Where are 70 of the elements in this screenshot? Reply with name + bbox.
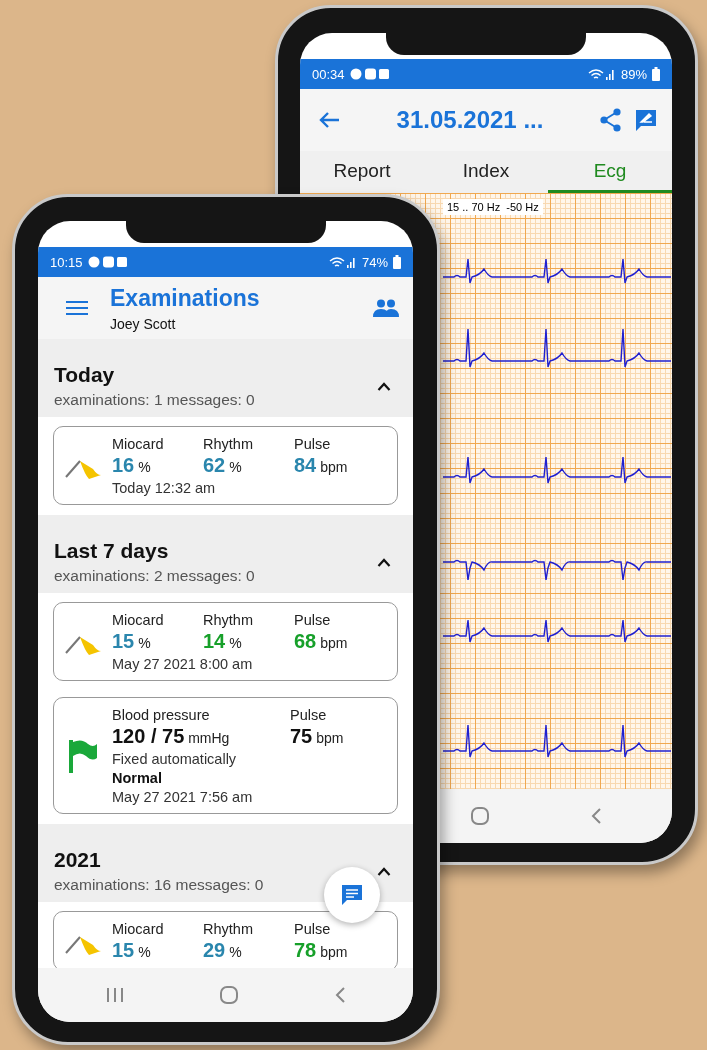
examination-date: Today 12:32 am bbox=[112, 480, 216, 496]
metric-label: Pulse bbox=[294, 436, 331, 452]
app-title: Examinations bbox=[110, 284, 261, 312]
metric-label: Rhythm bbox=[203, 921, 253, 937]
result-label: Normal bbox=[112, 770, 162, 786]
collapse-chevron-icon[interactable] bbox=[377, 557, 391, 567]
back-icon[interactable] bbox=[590, 807, 602, 825]
examination-card[interactable]: Miocard 16 % Rhythm 62 % Pulse 84 bpm Today 12:32 am bbox=[53, 426, 398, 505]
notification-icons bbox=[349, 67, 390, 81]
tab[interactable]: Report bbox=[300, 151, 424, 193]
section-title: Last 7 days bbox=[54, 539, 170, 563]
metric-label: Blood pressure bbox=[112, 707, 210, 723]
menu-icon[interactable] bbox=[66, 300, 88, 316]
section-title: 2021 bbox=[54, 848, 102, 872]
section-summary: examinations: 16 messages: 0 bbox=[54, 876, 265, 894]
battery-level: 74% bbox=[361, 254, 388, 270]
metric-value: 120 / 75 mmHg bbox=[112, 725, 230, 748]
section-summary: examinations: 1 messages: 0 bbox=[54, 391, 256, 409]
section-header[interactable]: 2021 examinations: 16 messages: 0 bbox=[38, 824, 413, 902]
section-summary: examinations: 2 messages: 0 bbox=[54, 567, 256, 585]
examination-date: May 27 2021 7:56 am bbox=[112, 789, 253, 805]
examination-card[interactable]: Miocard 15 % Rhythm 14 % Pulse 68 bpm May 27 2021 8:00 am bbox=[53, 602, 398, 681]
section-title: Today bbox=[54, 363, 116, 387]
patient-name: Joey Scott bbox=[110, 315, 177, 332]
metric-value: 16 % bbox=[112, 454, 151, 477]
metric-label: Rhythm bbox=[203, 612, 253, 628]
screen-title: 31.05.2021 ... bbox=[395, 106, 545, 134]
section-header[interactable]: Last 7 days examinations: 2 messages: 0 bbox=[38, 515, 413, 593]
home-icon[interactable] bbox=[470, 806, 490, 826]
metric-label: Rhythm bbox=[203, 436, 253, 452]
metric-value: 29 % bbox=[203, 939, 242, 962]
collapse-chevron-icon[interactable] bbox=[377, 866, 391, 876]
notification-icons bbox=[87, 255, 128, 269]
back-arrow-icon[interactable] bbox=[318, 111, 340, 129]
metric-value: 68 bpm bbox=[294, 630, 348, 653]
battery-level: 89% bbox=[620, 66, 647, 82]
metric-label: Miocard bbox=[112, 436, 164, 452]
metric-label: Pulse bbox=[290, 707, 327, 723]
share-icon[interactable] bbox=[600, 108, 622, 132]
comment-edit-icon[interactable] bbox=[634, 108, 658, 132]
tab[interactable]: Index bbox=[424, 151, 548, 193]
chat-icon bbox=[341, 884, 363, 906]
back-icon[interactable] bbox=[333, 986, 346, 1004]
battery-icon bbox=[652, 67, 660, 81]
people-icon[interactable] bbox=[373, 299, 399, 317]
metric-label: Pulse bbox=[294, 612, 331, 628]
metric-value: 14 % bbox=[203, 630, 242, 653]
home-icon[interactable] bbox=[218, 985, 239, 1005]
examination-date: May 27 2021 8:00 am bbox=[112, 656, 253, 672]
collapse-chevron-icon[interactable] bbox=[377, 381, 391, 391]
metric-value: 75 bpm bbox=[290, 725, 344, 748]
metric-value: 15 % bbox=[112, 630, 151, 653]
measurement-note: Fixed automatically bbox=[112, 751, 237, 767]
metric-label: Pulse bbox=[294, 921, 331, 937]
battery-icon bbox=[393, 255, 401, 269]
metric-value: 15 % bbox=[112, 939, 151, 962]
examination-card[interactable]: Miocard 15 % Rhythm 29 % Pulse 78 bpm bbox=[53, 911, 398, 968]
filter-label: 15 .. 70 Hz -50 Hz bbox=[443, 199, 543, 215]
status-time: 10:15 bbox=[50, 254, 83, 270]
metric-value: 78 bpm bbox=[294, 939, 348, 962]
metric-label: Miocard bbox=[112, 921, 164, 937]
metric-label: Miocard bbox=[112, 612, 164, 628]
examination-card[interactable]: Blood pressure 120 / 75 mmHg Pulse 75 bpm Fixed automatically Normal May 27 2021 7:56 am bbox=[53, 697, 398, 814]
metric-value: 62 % bbox=[203, 454, 242, 477]
recent-apps-icon[interactable] bbox=[105, 987, 124, 1003]
signal-icons bbox=[587, 67, 616, 81]
signal-icons bbox=[328, 255, 357, 269]
status-time: 00:34 bbox=[312, 66, 345, 82]
metric-value: 84 bpm bbox=[294, 454, 348, 477]
section-header[interactable]: Today examinations: 1 messages: 0 bbox=[38, 339, 413, 417]
